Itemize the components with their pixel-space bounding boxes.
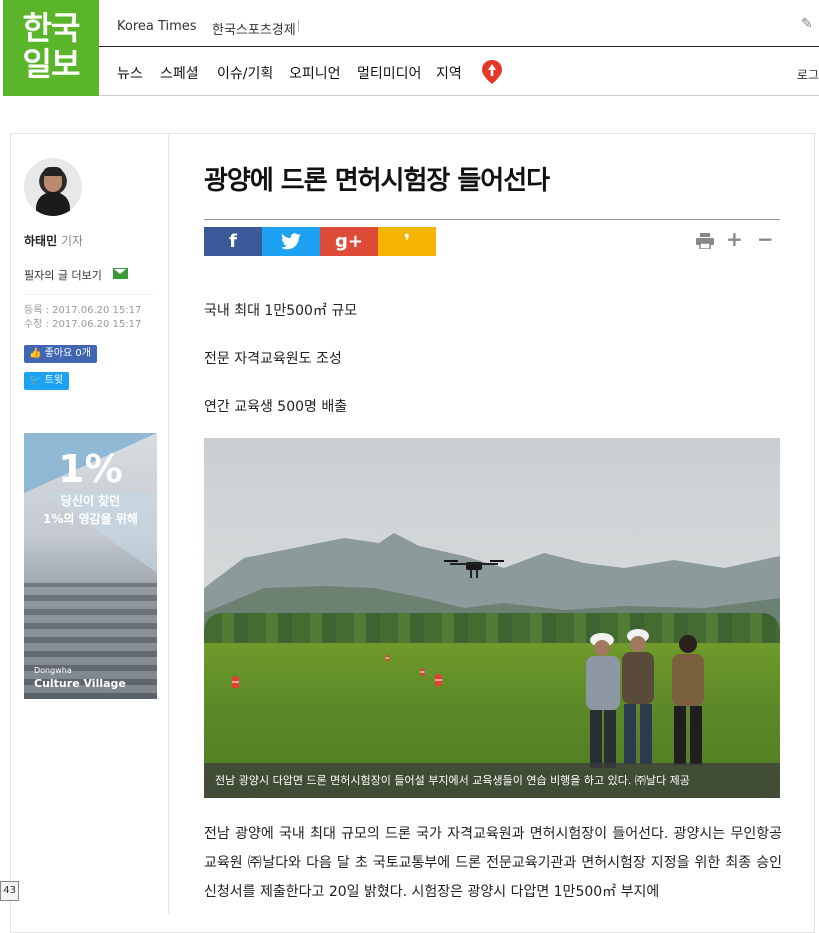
sidebar-advertisement[interactable]: 1% 당신이 찾던 1%의 영감을 위해 Dongwha Culture Vil…	[24, 433, 157, 699]
article-dates: 등록 : 2017.06.20 15:17 수정 : 2017.06.20 15…	[24, 304, 141, 332]
divider	[24, 294, 154, 295]
nav-item-news[interactable]: 뉴스	[117, 63, 143, 83]
more-articles-link[interactable]: 필자의 글 더보기	[24, 267, 102, 283]
ad-line-1: 당신이 찾던	[60, 494, 121, 508]
subhead-2: 전문 자격교육원도 조성	[204, 351, 342, 367]
top-bar: Korea Times 한국스포츠경제 ✎	[99, 0, 819, 47]
nav-item-issue[interactable]: 이슈/기획	[217, 63, 273, 83]
ad-brand-small: Dongwha	[34, 666, 72, 675]
article-title: 광양에 드론 면허시험장 들어선다	[204, 166, 550, 196]
zoom-in-icon[interactable]: +	[726, 227, 743, 251]
logo-line-1: 한국	[22, 9, 81, 47]
tweet-label: 트윗	[44, 375, 64, 386]
person-figure	[672, 635, 704, 765]
share-twitter-button[interactable]	[262, 227, 320, 256]
divider	[298, 20, 299, 32]
ad-headline: 1%	[58, 447, 123, 491]
share-kakao-button[interactable]: ❜	[378, 227, 436, 256]
location-pin-icon[interactable]	[481, 59, 503, 85]
facebook-like-button[interactable]: 👍 좋아요 0개	[24, 345, 97, 363]
subhead-3: 연간 교육생 500명 배출	[204, 399, 348, 415]
link-sports-economy[interactable]: 한국스포츠경제	[212, 19, 296, 38]
nav-item-opinion[interactable]: 오피니언	[289, 63, 341, 83]
traffic-cone-icon	[435, 674, 442, 686]
nav-item-region[interactable]: 지역	[436, 63, 462, 83]
page-number-badge: 43	[0, 881, 19, 901]
reporter-avatar[interactable]	[24, 158, 82, 216]
reporter-name: 하태민	[24, 234, 58, 248]
share-facebook-button[interactable]: f	[204, 227, 262, 256]
nav-item-multimedia[interactable]: 멀티미디어	[357, 63, 421, 83]
site-header: 한국 일보 Korea Times 한국스포츠경제 ✎ 뉴스 스페셜 이슈/기획…	[0, 0, 819, 97]
logo-line-2: 일보	[22, 45, 81, 83]
zoom-out-icon[interactable]: −	[757, 227, 774, 251]
like-label: 좋아요 0개	[44, 348, 91, 359]
traffic-cone-icon	[232, 676, 239, 688]
subhead-1: 국내 최대 1만500㎡ 규모	[204, 303, 358, 319]
mail-icon[interactable]	[113, 268, 128, 279]
traffic-cone-icon	[420, 668, 425, 676]
share-googleplus-button[interactable]: g+	[320, 227, 378, 256]
traffic-cone-icon	[385, 655, 390, 661]
login-link[interactable]: 로그	[797, 66, 819, 83]
registered-date: 등록 : 2017.06.20 15:17	[24, 305, 142, 316]
nav-item-special[interactable]: 스페셜	[160, 63, 199, 83]
pen-icon[interactable]: ✎	[801, 16, 817, 32]
person-figure	[622, 629, 654, 764]
print-icon[interactable]	[696, 233, 714, 249]
article-body: 전남 광양에 국내 최대 규모의 드론 국가 자격교육원과 면허시험장이 들어선…	[204, 826, 782, 900]
site-logo[interactable]: 한국 일보	[3, 0, 99, 96]
divider	[204, 219, 780, 220]
main-nav: 뉴스 스페셜 이슈/기획 오피니언 멀티미디어 지역 로그	[99, 48, 819, 96]
ad-line-2: 1%의 영감을 위해	[43, 512, 138, 526]
ad-brand-main: Culture Village	[34, 677, 126, 690]
reporter-byline[interactable]: 하태민 기자	[24, 232, 83, 249]
link-korea-times[interactable]: Korea Times	[117, 19, 197, 34]
twitter-bird-icon	[281, 233, 301, 250]
article-photo[interactable]: 전남 광양시 다압면 드론 면허시험장이 들어설 부지에서 교육생들이 연습 비…	[204, 438, 780, 798]
tweet-button[interactable]: 🐦 트윗	[24, 372, 70, 390]
reporter-role: 기자	[60, 234, 84, 248]
drone-icon	[444, 560, 504, 578]
modified-date: 수정 : 2017.06.20 15:17	[24, 319, 142, 330]
photo-caption: 전남 광양시 다압면 드론 면허시험장이 들어설 부지에서 교육생들이 연습 비…	[204, 763, 780, 798]
